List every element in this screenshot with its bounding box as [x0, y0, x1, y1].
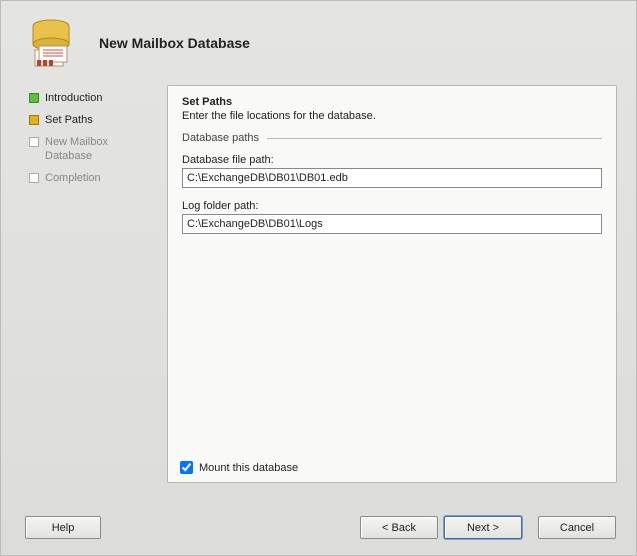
nav-item-introduction[interactable]: Introduction	[29, 91, 149, 105]
nav-item-new-mailbox-database[interactable]: New MailboxDatabase	[29, 135, 149, 163]
log-folder-label: Log folder path:	[182, 200, 602, 212]
divider	[267, 138, 602, 139]
nav-item-label: Set Paths	[45, 113, 93, 127]
back-button[interactable]: < Back	[360, 516, 438, 539]
group-label: Database paths	[182, 132, 259, 144]
wizard-window: New Mailbox Database Introduction Set Pa…	[0, 0, 637, 556]
nav-item-label: Completion	[45, 171, 101, 185]
status-pending-icon	[29, 137, 39, 147]
status-done-icon	[29, 93, 39, 103]
status-pending-icon	[29, 173, 39, 183]
panel-subtitle: Enter the file locations for the databas…	[182, 110, 602, 122]
help-button[interactable]: Help	[25, 516, 101, 539]
db-file-label: Database file path:	[182, 154, 602, 166]
mount-label: Mount this database	[199, 462, 298, 474]
log-folder-input[interactable]	[182, 214, 602, 234]
mount-checkbox[interactable]	[180, 461, 193, 474]
nav-item-label: New MailboxDatabase	[45, 135, 108, 163]
next-button[interactable]: Next >	[444, 516, 522, 539]
database-paths-group: Database paths Database file path: Log f…	[182, 132, 602, 246]
status-current-icon	[29, 115, 39, 125]
nav-item-set-paths[interactable]: Set Paths	[29, 113, 149, 127]
mount-checkbox-row: Mount this database	[180, 461, 298, 474]
wizard-footer: Help < Back Next > Cancel	[1, 499, 636, 555]
database-icon	[21, 16, 81, 71]
cancel-button[interactable]: Cancel	[538, 516, 616, 539]
panel-title: Set Paths	[182, 96, 602, 108]
group-legend: Database paths	[182, 132, 602, 144]
db-file-input[interactable]	[182, 168, 602, 188]
wizard-nav: Introduction Set Paths New MailboxDataba…	[29, 91, 149, 193]
nav-item-label: Introduction	[45, 91, 102, 105]
wizard-header: New Mailbox Database	[21, 13, 616, 73]
wizard-title: New Mailbox Database	[99, 35, 250, 51]
main-panel: Set Paths Enter the file locations for t…	[167, 85, 617, 483]
wizard-nav-buttons: < Back Next > Cancel	[360, 516, 616, 539]
nav-item-completion[interactable]: Completion	[29, 171, 149, 185]
